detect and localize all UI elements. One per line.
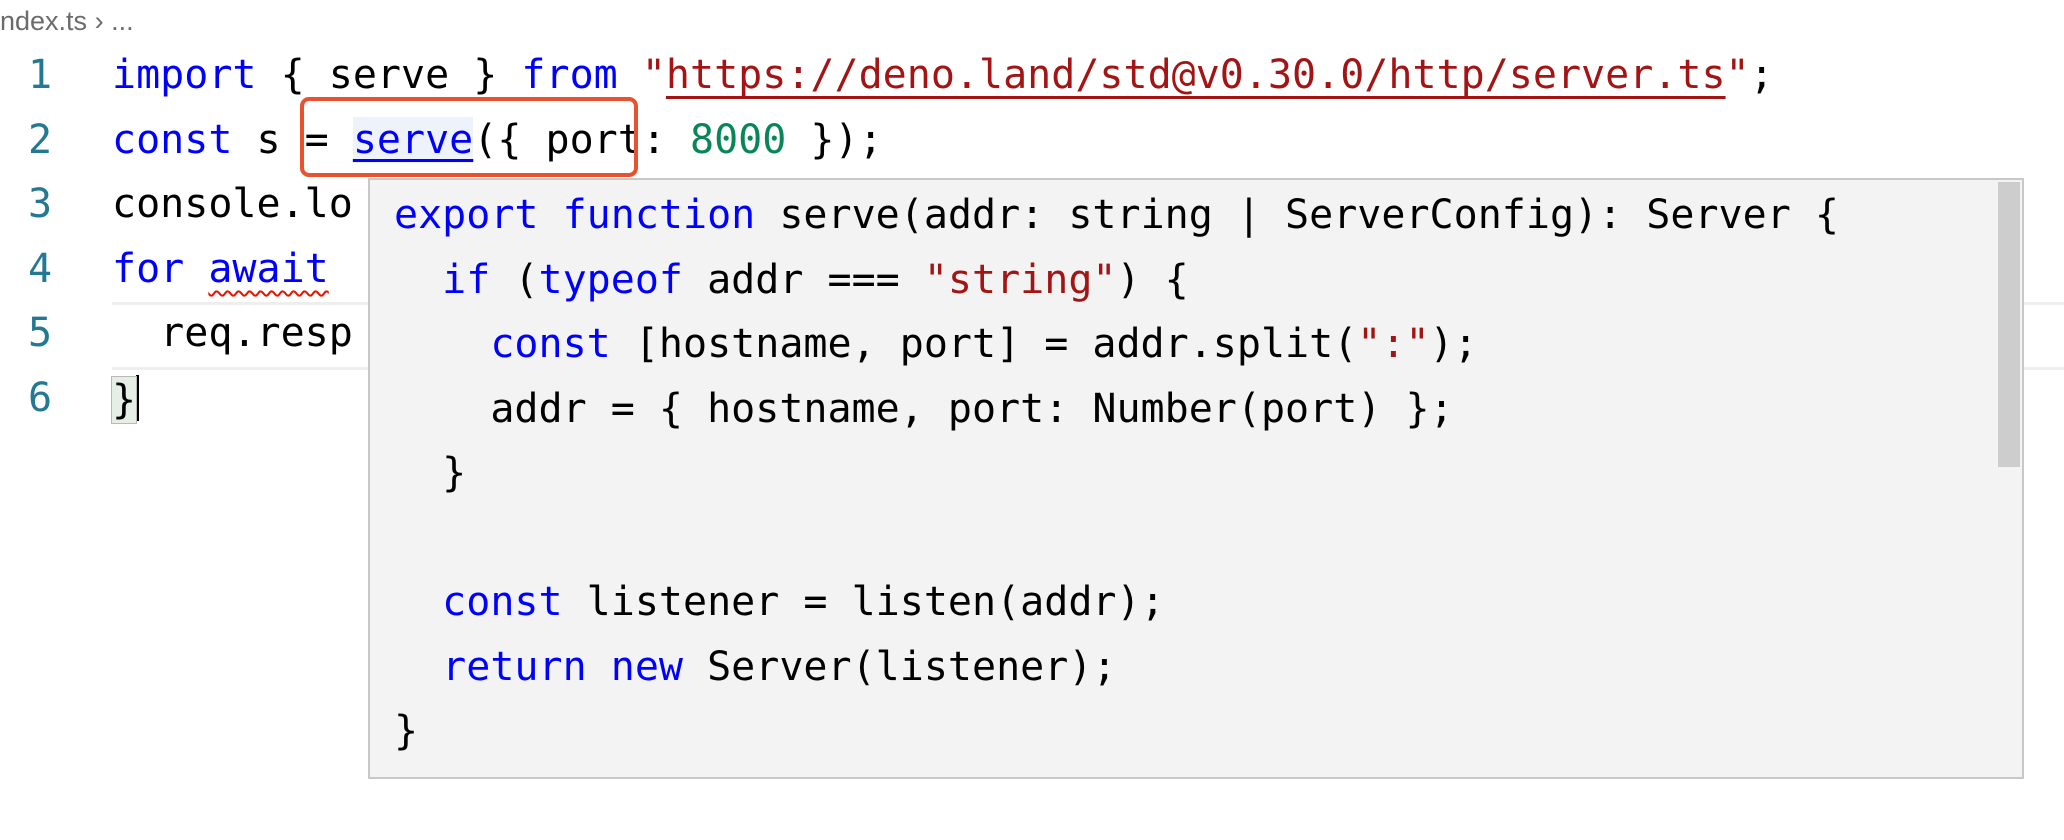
matching-brace: } xyxy=(110,376,138,424)
code-line-5[interactable]: req.resp xyxy=(112,310,353,356)
hover-line: if (typeof addr === "string") { xyxy=(394,257,1189,303)
text-cursor xyxy=(136,375,140,421)
code-text: ( xyxy=(490,257,539,303)
hover-line: } xyxy=(394,708,419,754)
line-number: 4 xyxy=(27,246,53,292)
code-text: req.resp xyxy=(112,310,353,356)
line-number: 1 xyxy=(27,52,53,98)
hover-line: } xyxy=(394,450,467,496)
breadcrumb-file[interactable]: ndex.ts xyxy=(0,6,87,36)
keyword: if xyxy=(442,257,491,303)
breadcrumb-more[interactable]: ... xyxy=(111,6,134,36)
line-number: 3 xyxy=(27,181,53,227)
string-quote: " xyxy=(1725,52,1750,98)
keyword: import xyxy=(112,52,257,98)
number-literal: 8000 xyxy=(690,117,787,163)
keyword: const xyxy=(442,579,563,625)
hover-line: return new Server(listener); xyxy=(394,644,1117,690)
error-squiggle-await[interactable]: await xyxy=(208,246,328,292)
popup-scrollbar[interactable] xyxy=(1998,182,2020,467)
code-text: addr === xyxy=(683,257,924,303)
chevron-right-icon: › xyxy=(94,6,104,36)
code-text: serve(addr: string | ServerConfig): Serv… xyxy=(755,192,1839,238)
code-text: Server(listener); xyxy=(683,644,1117,690)
string-literal: ":" xyxy=(1357,321,1430,367)
code-text: listener = listen(addr); xyxy=(562,579,1165,625)
hover-line: const [hostname, port] = addr.split(":")… xyxy=(394,321,1478,367)
line-number: 6 xyxy=(27,375,53,421)
keyword: from xyxy=(521,52,618,98)
code-text: { serve } xyxy=(256,52,522,98)
string-literal: "string" xyxy=(923,257,1117,303)
line-number: 5 xyxy=(27,310,53,356)
annotation-highlight-box xyxy=(300,97,638,177)
import-url-link[interactable]: https://deno.land/std@v0.30.0/http/serve… xyxy=(666,52,1726,98)
code-line-4[interactable]: for await xyxy=(112,246,329,292)
keyword: for xyxy=(112,246,185,292)
line-number: 2 xyxy=(27,117,53,163)
code-line-3[interactable]: console.lo xyxy=(112,181,353,227)
string-quote: " xyxy=(641,52,666,98)
hover-line: addr = { hostname, port: Number(port) }; xyxy=(394,386,1454,432)
keyword: export xyxy=(394,192,539,238)
keyword: new xyxy=(610,644,684,690)
code-text: ; xyxy=(1749,52,1774,98)
code-text: console.lo xyxy=(112,181,353,227)
breadcrumb[interactable]: ndex.ts › ... xyxy=(0,6,134,37)
keyword: function xyxy=(562,192,756,238)
code-text: [hostname, port] = addr.split( xyxy=(610,321,1358,367)
keyword: typeof xyxy=(538,257,684,303)
keyword: return xyxy=(442,644,587,690)
code-text: ); xyxy=(1429,321,1478,367)
code-line-1[interactable]: import { serve } from "https://deno.land… xyxy=(112,52,1774,98)
code-line-6[interactable]: } xyxy=(110,375,140,424)
code-text: }); xyxy=(786,117,883,163)
hover-line: const listener = listen(addr); xyxy=(394,579,1165,625)
code-text: ) { xyxy=(1116,257,1189,303)
keyword: const xyxy=(490,321,611,367)
hover-line: export function serve(addr: string | Ser… xyxy=(394,192,1839,238)
keyword: const xyxy=(112,117,233,163)
definition-hover-popup[interactable]: export function serve(addr: string | Ser… xyxy=(368,178,2024,779)
